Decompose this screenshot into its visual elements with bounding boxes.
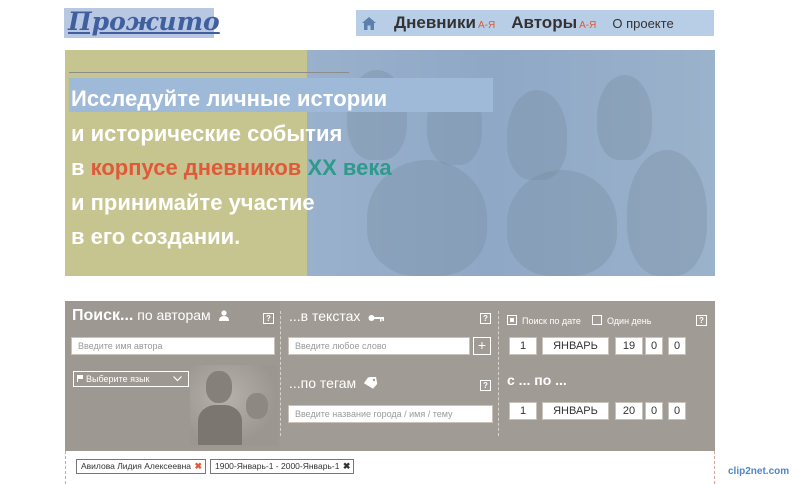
hero-ruler [69,72,349,73]
flag-icon [77,375,83,382]
nav-diaries[interactable]: Дневники А-Я [394,13,495,33]
hero-headline: Исследуйте личные истории и исторические… [71,82,392,255]
filter-tag-label: Авилова Лидия Алексеевна [81,461,192,471]
main-nav: Дневники А-Я Авторы А-Я О проекте [356,10,714,36]
watermark: clip2net.com [728,466,790,477]
search-authors-label: по авторам [137,307,211,323]
key-icon [368,309,385,325]
from-month-select[interactable]: ЯНВАРЬ [542,337,609,355]
search-by-date-checkbox[interactable] [507,315,517,325]
to-day-input[interactable]: 1 [509,402,537,420]
column-separator [498,311,499,436]
hero-banner: Исследуйте личные истории и исторические… [65,50,715,276]
nav-authors-label: Авторы [511,13,578,32]
from-year-a[interactable]: 19 [615,337,643,355]
add-word-button[interactable]: + [473,337,491,355]
from-year-c[interactable]: 0 [668,337,686,355]
hero-line-1: Исследуйте личные истории [71,86,388,111]
tags-help-button[interactable]: ? [480,380,491,391]
text-search-input[interactable]: Введите любое слово [288,337,470,355]
nav-diaries-label: Дневники [394,13,476,32]
author-name-input[interactable]: Введите имя автора [71,337,275,355]
nav-about[interactable]: О проекте [612,16,673,31]
to-month-select[interactable]: ЯНВАРЬ [542,402,609,420]
one-day-label: Один день [607,316,652,326]
authors-help-button[interactable]: ? [263,313,274,324]
hero-line-3: в корпусе дневников XX века [71,151,392,186]
to-year-a[interactable]: 20 [615,402,643,420]
tag-search-input[interactable]: Введите название города / имя / тему [288,405,493,423]
to-year-c[interactable]: 0 [668,402,686,420]
search-texts-title: ...в текстах [289,308,385,325]
search-authors-title: Поиск... по авторам [72,307,229,325]
search-title-bold: Поиск... [72,307,134,324]
hero-century: XX века [307,155,392,180]
hero-line-4: и принимайте участие [71,189,315,215]
to-year-b[interactable]: 0 [645,402,663,420]
tag-icon [364,376,378,392]
one-day-checkbox[interactable] [592,315,602,325]
search-tags-label: ...по тегам [289,375,357,391]
nav-authors-az[interactable]: А-Я [579,20,596,31]
from-year-b[interactable]: 0 [645,337,663,355]
home-icon[interactable] [356,10,382,36]
user-icon [218,308,229,324]
search-by-date-label: Поиск по дате [522,316,581,326]
search-tags-title: ...по тегам [289,375,378,392]
date-help-button[interactable]: ? [696,315,707,326]
site-logo[interactable]: Прожито [64,7,220,38]
hero-line-2: и исторические события [71,120,343,146]
filter-tag-date: 1900-Январь-1 - 2000-Январь-1 ✖ [210,459,355,474]
search-panel: Поиск... по авторам ? Введите имя автора… [65,301,715,451]
chevron-down-icon [173,372,182,386]
filter-tag-label: 1900-Январь-1 - 2000-Январь-1 [215,461,340,471]
search-texts-label: ...в текстах [289,308,361,324]
hero-corpus-link[interactable]: корпусе дневников [91,155,302,180]
texts-help-button[interactable]: ? [480,313,491,324]
nav-authors[interactable]: Авторы А-Я [511,13,596,33]
remove-filter-icon[interactable]: ✖ [343,460,351,473]
search-portrait-photo [190,365,278,445]
language-select-label: Выберите язык [86,374,150,384]
hero-line-3-prefix: в [71,155,91,180]
hero-line-5: в его создании. [71,224,241,249]
nav-diaries-az[interactable]: А-Я [478,20,495,31]
logo-text: Прожито [68,7,220,36]
language-select[interactable]: Выберите язык [73,371,189,387]
from-day-input[interactable]: 1 [509,337,537,355]
column-separator [280,311,281,436]
active-filters-bar: Авилова Лидия Алексеевна ✖ 1900-Январь-1… [65,451,715,484]
remove-filter-icon[interactable]: ✖ [195,460,203,473]
date-range-label: с ... по ... [507,372,567,388]
filter-tag-author: Авилова Лидия Алексеевна ✖ [76,459,207,474]
